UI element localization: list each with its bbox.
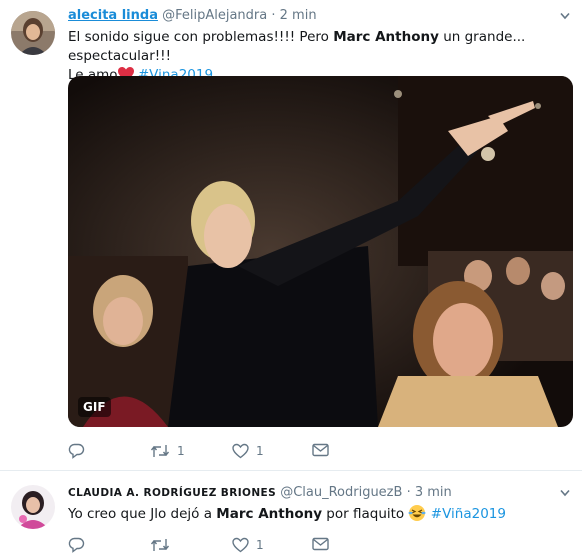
- username[interactable]: @Clau_RodriguezB: [280, 485, 402, 500]
- tweet[interactable]: alecita linda @FelipAlejandra · 2 min El…: [0, 0, 582, 470]
- chevron-down-icon[interactable]: [560, 12, 570, 20]
- display-name[interactable]: alecita linda: [68, 8, 158, 23]
- mail-icon: [312, 443, 329, 457]
- gif-badge: GIF: [78, 397, 111, 417]
- tweet-text-part: Yo creo que Jlo dejó a: [68, 506, 217, 522]
- avatar[interactable]: [11, 485, 55, 529]
- tweet-header: CLAUDIA A. RODRÍGUEZ BRIONES @Clau_Rodri…: [68, 485, 452, 500]
- like-count: 1: [256, 444, 264, 458]
- timestamp[interactable]: 2 min: [280, 8, 317, 23]
- avatar[interactable]: [11, 11, 55, 55]
- tweet-text-part: por flaquito: [322, 506, 409, 522]
- tweet-text-part: El sonido sigue con problemas!!!! Pero: [68, 29, 334, 45]
- separator: ·: [406, 485, 411, 500]
- tweet[interactable]: CLAUDIA A. RODRÍGUEZ BRIONES @Clau_Rodri…: [0, 470, 582, 553]
- heart-icon: [232, 443, 249, 459]
- dm-button[interactable]: [312, 443, 329, 457]
- username[interactable]: @FelipAlejandra: [162, 8, 267, 23]
- retweet-count: 1: [177, 444, 185, 458]
- tweet-text-bold: Marc Anthony: [216, 506, 323, 522]
- gif-media[interactable]: GIF: [68, 76, 573, 427]
- tweet-text: Yo creo que Jlo dejó a Marc Anthony por …: [68, 504, 568, 524]
- reply-button[interactable]: [68, 537, 92, 553]
- retweet-icon: [150, 539, 170, 551]
- tweet-text-bold: Marc Anthony: [333, 29, 439, 45]
- tweet-header: alecita linda @FelipAlejandra · 2 min: [68, 8, 317, 23]
- heart-icon: [232, 537, 249, 553]
- hashtag-link[interactable]: #Viña2019: [431, 506, 506, 522]
- display-name[interactable]: CLAUDIA A. RODRÍGUEZ BRIONES: [68, 487, 276, 499]
- retweet-button[interactable]: [150, 537, 177, 553]
- like-button[interactable]: 1: [232, 443, 264, 459]
- reply-icon: [68, 537, 85, 553]
- retweet-button[interactable]: 1: [150, 443, 185, 459]
- retweet-icon: [150, 445, 170, 457]
- separator: ·: [271, 8, 276, 23]
- like-button[interactable]: 1: [232, 537, 264, 553]
- like-count: 1: [256, 538, 264, 552]
- timestamp[interactable]: 3 min: [415, 485, 452, 500]
- chevron-down-icon[interactable]: [560, 489, 570, 497]
- laughing-face-icon: [408, 505, 426, 521]
- reply-button[interactable]: [68, 443, 92, 459]
- reply-icon: [68, 443, 85, 459]
